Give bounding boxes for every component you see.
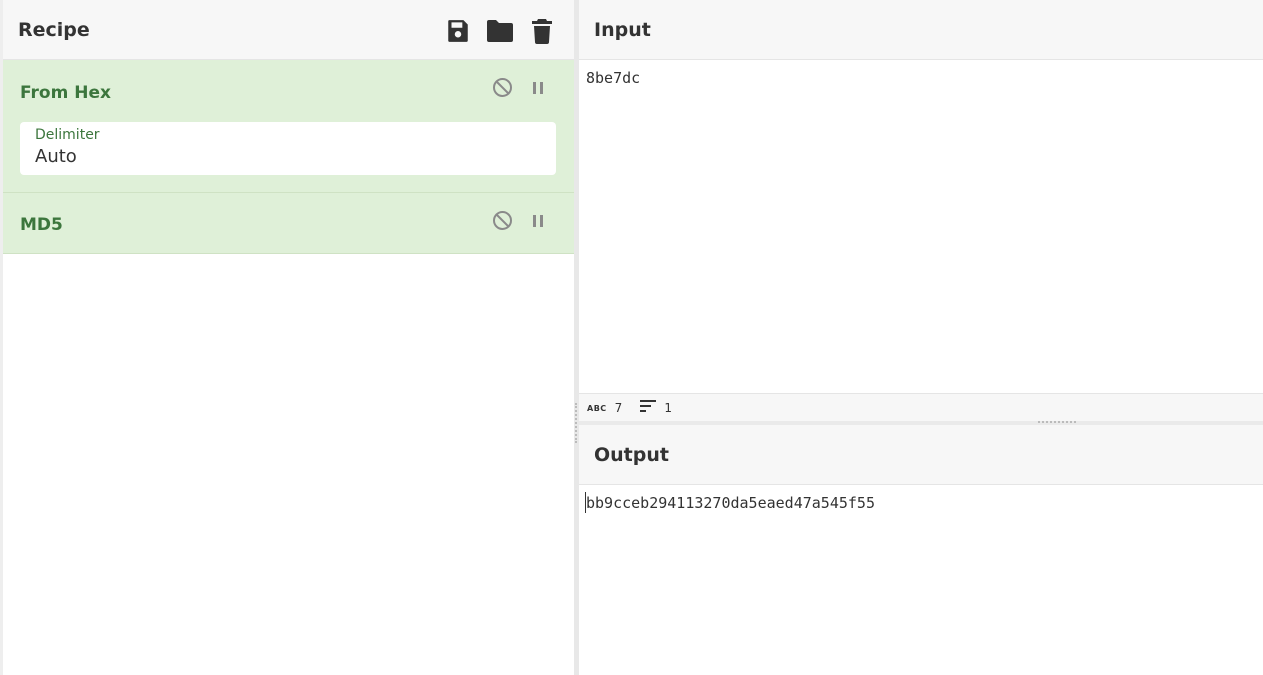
divider-grip[interactable]: [575, 403, 578, 443]
recipe-title: Recipe: [18, 18, 90, 41]
line-count: 1: [640, 400, 672, 416]
splitter-grip[interactable]: [1038, 421, 1076, 424]
recipe-toolbar: [442, 16, 558, 46]
output-title: Output: [594, 443, 669, 466]
recipe-pane: Recipe From Hex Delimiter Auto MD5: [0, 0, 574, 675]
delimiter-label: Delimiter: [35, 127, 100, 143]
output-textarea[interactable]: bb9cceb294113270da5eaed47a545f55: [579, 485, 1263, 675]
operation-controls: [492, 77, 548, 98]
line-count-value: 1: [664, 401, 672, 415]
operation-title: From Hex: [20, 83, 111, 103]
pause-icon[interactable]: [527, 77, 548, 98]
delimiter-field[interactable]: Delimiter Auto: [20, 122, 556, 175]
trash-icon[interactable]: [526, 16, 558, 46]
save-icon[interactable]: [442, 16, 474, 46]
operation-controls: [492, 210, 548, 231]
output-header: Output: [579, 425, 1263, 485]
operation-title: MD5: [20, 215, 63, 235]
input-status-bar: ABC 7 1: [579, 393, 1263, 422]
disable-icon[interactable]: [492, 210, 513, 231]
output-text[interactable]: bb9cceb294113270da5eaed47a545f55: [586, 494, 875, 512]
abc-icon: ABC: [587, 403, 607, 413]
input-title: Input: [594, 18, 651, 41]
char-count-value: 7: [614, 401, 623, 415]
pause-icon[interactable]: [527, 210, 548, 231]
input-textarea[interactable]: 8be7dc: [579, 60, 1263, 393]
delimiter-value[interactable]: Auto: [35, 146, 541, 168]
operation-md5[interactable]: MD5: [3, 193, 574, 254]
lines-icon: [640, 400, 657, 416]
operation-from-hex[interactable]: From Hex Delimiter Auto: [3, 60, 574, 193]
char-count: ABC 7: [587, 401, 622, 415]
input-header: Input: [579, 0, 1263, 60]
input-text[interactable]: 8be7dc: [586, 69, 640, 87]
folder-icon[interactable]: [484, 16, 516, 46]
disable-icon[interactable]: [492, 77, 513, 98]
